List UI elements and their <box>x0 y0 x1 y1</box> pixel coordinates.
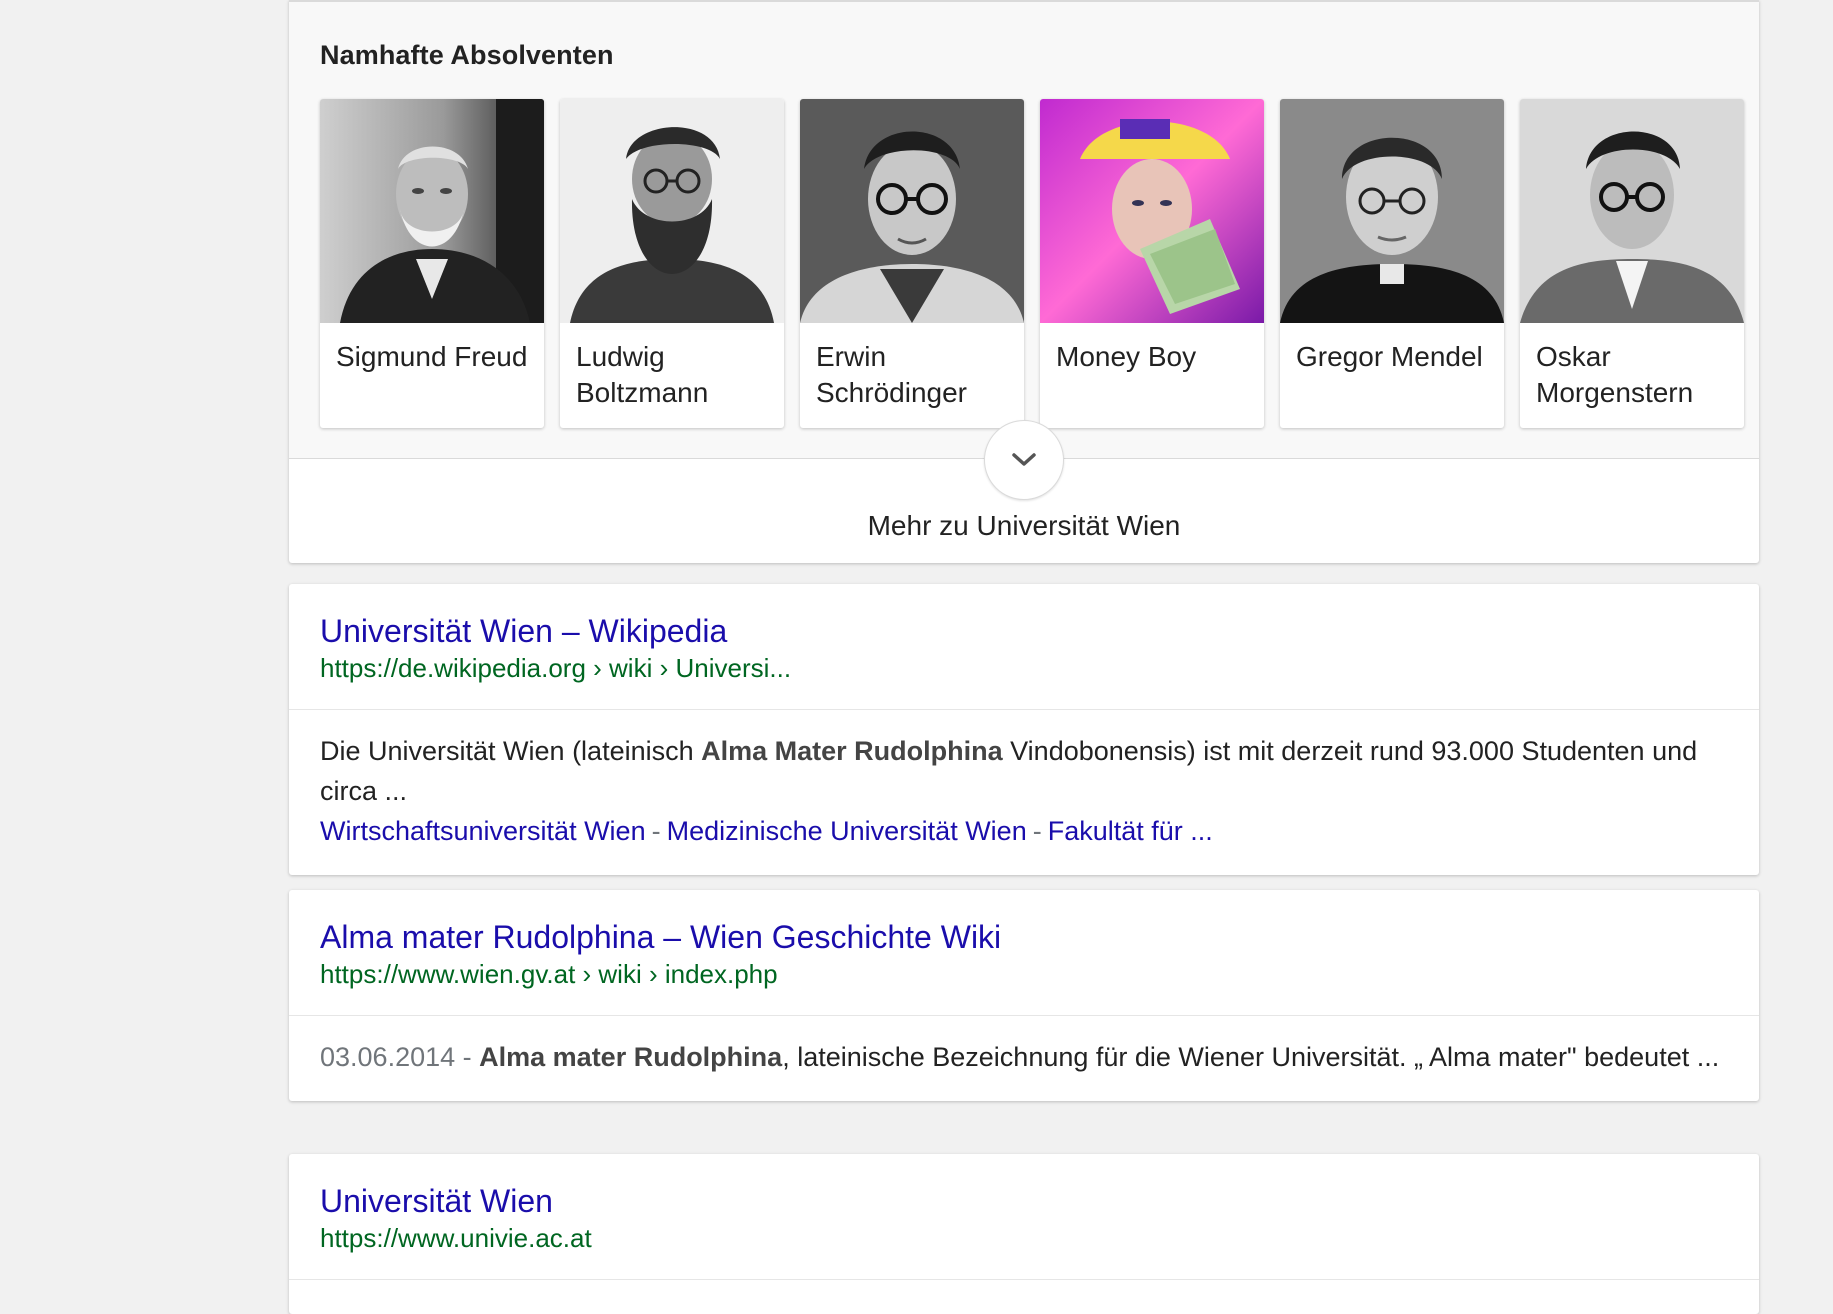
result-title-link[interactable]: Universität Wien – Wikipedia <box>320 612 1728 650</box>
sitelinks: Wirtschaftsuniversität Wien - Medizinische… <box>320 811 1728 851</box>
alumni-card-oskar-morgenstern[interactable]: Oskar Morgenstern <box>1520 99 1744 428</box>
knowledge-panel: Namhafte Absolventen Sigmund Freud Ludwi… <box>289 0 1759 563</box>
result-header: Alma mater Rudolphina – Wien Geschichte … <box>289 890 1759 1016</box>
result-title-link[interactable]: Universität Wien <box>320 1182 1728 1220</box>
result-date: 03.06.2014 - <box>320 1042 472 1072</box>
alumni-name-line1: Sigmund Freud <box>336 341 528 372</box>
sitelink[interactable]: Medizinische Universität Wien <box>667 816 1027 846</box>
snippet-pre: Die Universität Wien (lateinisch <box>320 736 702 766</box>
portrait-image <box>1280 99 1504 323</box>
result-url[interactable]: https://de.wikipedia.org › wiki › Univer… <box>320 650 1728 686</box>
alumni-card-money-boy[interactable]: Money Boy <box>1040 99 1264 428</box>
alumni-carousel[interactable]: Sigmund Freud Ludwig Boltzmann Erwin Sch… <box>320 99 1744 429</box>
result-header: Universität Wien https://www.univie.ac.a… <box>289 1154 1759 1280</box>
result-title-link[interactable]: Alma mater Rudolphina – Wien Geschichte … <box>320 918 1728 956</box>
chevron-down-icon <box>1012 453 1036 466</box>
alumni-name-line2: Boltzmann <box>576 377 709 408</box>
alumni-name-line1: Oskar <box>1536 341 1611 372</box>
sitelink[interactable]: Wirtschaftsuniversität Wien <box>320 816 646 846</box>
portrait-image <box>800 99 1024 323</box>
alumni-name: Sigmund Freud <box>320 323 544 375</box>
alumni-heading: Namhafte Absolventen <box>320 40 614 70</box>
result-url[interactable]: https://www.univie.ac.at <box>320 1220 1728 1256</box>
alumni-name-line2: Schrödinger <box>816 377 967 408</box>
alumni-section: Namhafte Absolventen Sigmund Freud Ludwi… <box>289 0 1759 459</box>
more-about-link[interactable]: Mehr zu Universität Wien <box>289 510 1759 542</box>
alumni-name: Ludwig Boltzmann <box>560 323 784 411</box>
alumni-name: Erwin Schrödinger <box>800 323 1024 411</box>
alumni-name-line1: Gregor Mendel <box>1296 341 1483 372</box>
search-result: Universität Wien https://www.univie.ac.a… <box>289 1154 1759 1314</box>
sitelink-separator: - <box>651 816 661 846</box>
snippet-bold: Alma mater Rudolphina <box>479 1042 783 1072</box>
alumni-name: Money Boy <box>1040 323 1264 375</box>
snippet-post: , lateinische Bezeichnung für die Wiener… <box>782 1042 1720 1072</box>
result-snippet: 03.06.2014 - Alma mater Rudolphina, late… <box>289 1016 1759 1101</box>
alumni-name-line1: Ludwig <box>576 341 665 372</box>
result-header: Universität Wien – Wikipedia https://de.… <box>289 584 1759 710</box>
portrait-image <box>1040 99 1264 323</box>
portrait-image <box>1520 99 1744 323</box>
sitelink-separator: - <box>1032 816 1042 846</box>
alumni-name: Oskar Morgenstern <box>1520 323 1744 411</box>
expand-button[interactable] <box>984 420 1064 500</box>
alumni-name-line1: Erwin <box>816 341 887 372</box>
snippet-text: Die Universität Wien (lateinisch Alma Ma… <box>320 731 1728 811</box>
alumni-card-sigmund-freud[interactable]: Sigmund Freud <box>320 99 544 428</box>
alumni-name-line2: Morgenstern <box>1536 377 1694 408</box>
result-snippet: Die Universität Wien (lateinisch Alma Ma… <box>289 710 1759 875</box>
portrait-image <box>320 99 544 323</box>
alumni-name: Gregor Mendel <box>1280 323 1504 375</box>
alumni-card-gregor-mendel[interactable]: Gregor Mendel <box>1280 99 1504 428</box>
search-result: Alma mater Rudolphina – Wien Geschichte … <box>289 890 1759 1101</box>
search-result: Universität Wien – Wikipedia https://de.… <box>289 584 1759 875</box>
alumni-card-erwin-schroedinger[interactable]: Erwin Schrödinger <box>800 99 1024 428</box>
result-url[interactable]: https://www.wien.gv.at › wiki › index.ph… <box>320 956 1728 992</box>
portrait-image <box>560 99 784 323</box>
alumni-name-line1: Money Boy <box>1056 341 1197 372</box>
alumni-card-ludwig-boltzmann[interactable]: Ludwig Boltzmann <box>560 99 784 428</box>
snippet-bold: Alma Mater Rudolphina <box>701 736 1003 766</box>
sitelink[interactable]: Fakultät für ... <box>1048 816 1213 846</box>
